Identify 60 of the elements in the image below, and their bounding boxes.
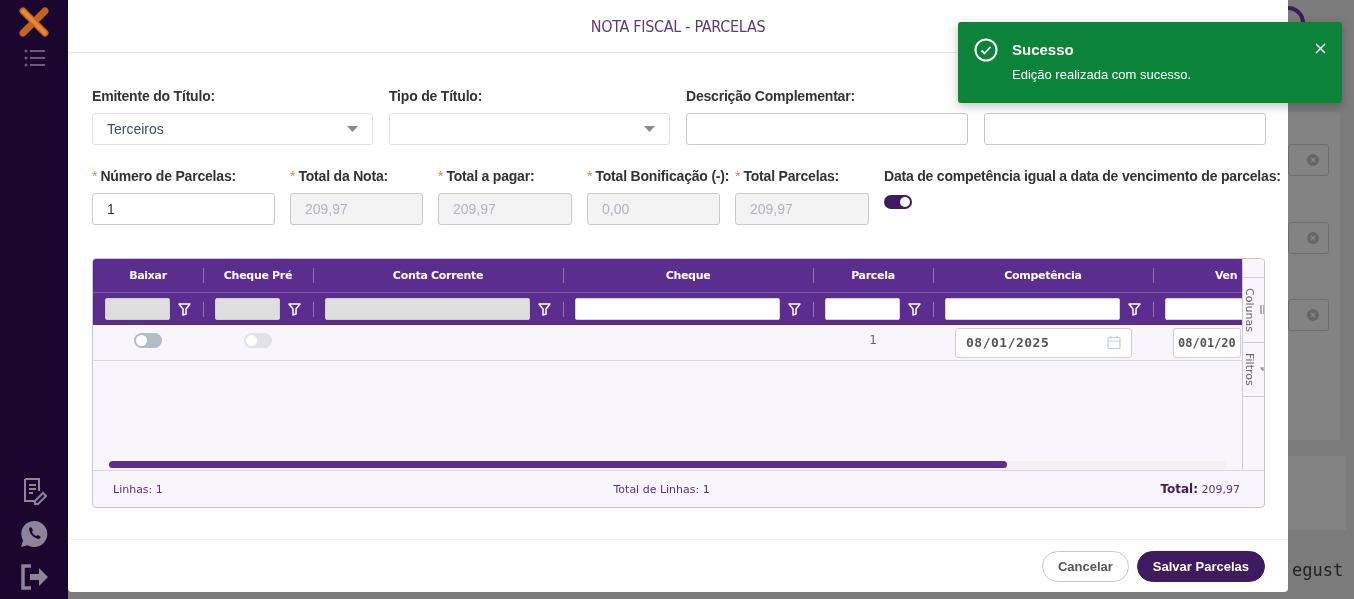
- date-field[interactable]: 08/01/2025: [955, 327, 1132, 358]
- column-header[interactable]: Parcela: [813, 259, 933, 292]
- save-button[interactable]: Salvar Parcelas: [1136, 550, 1265, 582]
- column-header[interactable]: Cheque Pré: [203, 259, 313, 292]
- field-label: Data de competência igual a data de vencimento de parcelas:: [884, 168, 1281, 184]
- row-count: Linhas: 1: [113, 482, 163, 496]
- column-header[interactable]: Ven: [1153, 259, 1242, 292]
- column-header[interactable]: Baixar: [93, 259, 203, 292]
- cancel-button[interactable]: Cancelar: [1041, 550, 1129, 582]
- side-tab[interactable]: Filtros: [1243, 341, 1264, 397]
- success-check-icon: [974, 38, 998, 62]
- filter-field[interactable]: [575, 298, 780, 320]
- filter-field[interactable]: [945, 298, 1120, 320]
- logo-icon: [18, 6, 50, 38]
- toast-message: Edição realizada com sucesso.: [1012, 67, 1193, 82]
- field-label: Emitente do Título:: [92, 88, 215, 104]
- field-label: Descrição Complementar:: [686, 88, 855, 104]
- logout-icon[interactable]: [19, 563, 49, 591]
- required-mark: *: [92, 168, 98, 184]
- filter-field[interactable]: [825, 298, 900, 320]
- required-mark: *: [290, 168, 296, 184]
- column-header[interactable]: Cheque: [563, 259, 813, 292]
- scrollbar-thumb[interactable]: [109, 461, 1007, 468]
- input-field[interactable]: [984, 113, 1266, 145]
- dropdown-caret-icon: [347, 126, 358, 132]
- column-header[interactable]: Conta Corrente: [313, 259, 563, 292]
- select-field[interactable]: Terceiros: [92, 113, 373, 145]
- field-label: Total Parcelas:: [743, 168, 839, 184]
- clear-icon: [1307, 232, 1319, 244]
- required-mark: *: [587, 168, 593, 184]
- document-edit-icon[interactable]: [21, 477, 47, 505]
- calendar-icon: [1107, 335, 1121, 350]
- field-label: Total Bonificação (-):: [595, 168, 730, 184]
- required-mark: *: [438, 168, 444, 184]
- column-header[interactable]: Competência: [933, 259, 1153, 292]
- toast-title: Sucesso: [1012, 41, 1075, 58]
- menu-icon[interactable]: [23, 48, 45, 68]
- toggle-switch[interactable]: [134, 333, 162, 348]
- whatsapp-icon[interactable]: [19, 519, 49, 549]
- filter-field[interactable]: [1165, 298, 1242, 320]
- clear-icon: [1307, 309, 1319, 321]
- required-mark: *: [735, 168, 741, 184]
- date-field[interactable]: 08/01/20: [1173, 327, 1241, 358]
- clear-icon: [1307, 154, 1319, 166]
- toggle-switch[interactable]: [884, 195, 912, 209]
- close-icon[interactable]: [1315, 43, 1326, 54]
- dropdown-caret-icon: [644, 126, 655, 132]
- field-label: Total da Nota:: [298, 168, 388, 184]
- input-field[interactable]: 1: [92, 193, 275, 225]
- side-tab[interactable]: Colunas: [1243, 277, 1264, 342]
- field-label: Total a pagar:: [446, 168, 535, 184]
- background-text: egust: [1292, 560, 1344, 580]
- total-amount: Total: 209,97: [1160, 482, 1240, 496]
- table-cell: 1: [869, 333, 877, 347]
- field-label: Tipo de Título:: [389, 88, 483, 104]
- total-rows: Total de Linhas: 1: [613, 482, 710, 496]
- modal-title: NOTA FISCAL - PARCELAS: [590, 16, 766, 36]
- field-label: Número de Parcelas:: [100, 168, 236, 184]
- input-field[interactable]: [686, 113, 968, 145]
- select-field[interactable]: [389, 113, 670, 145]
